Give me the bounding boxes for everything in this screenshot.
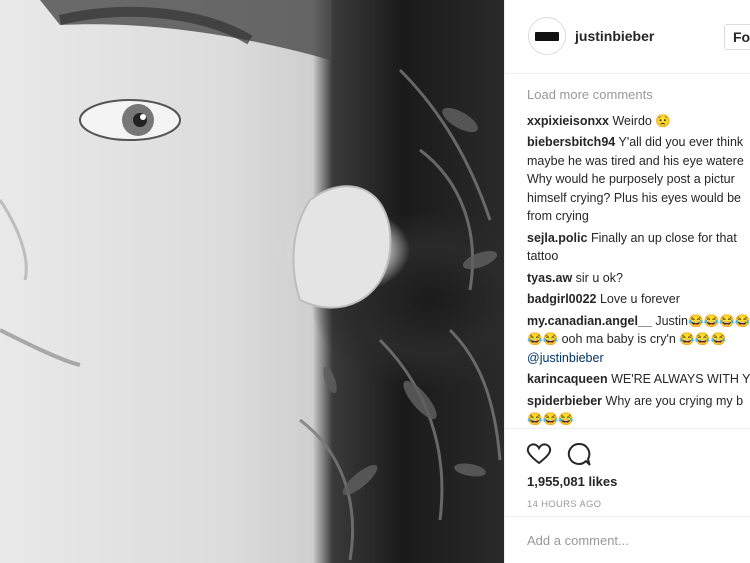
comment-author[interactable]: spiderbieber: [527, 394, 602, 408]
load-more-comments[interactable]: Load more comments: [527, 86, 750, 105]
comment: my.canadian.angel__ Justin😂😂😂😂 😂😂 ooh ma…: [527, 312, 750, 368]
photo-artwork: [0, 0, 502, 561]
comment-author[interactable]: karincaqueen: [527, 372, 608, 386]
comment-author[interactable]: tyas.aw: [527, 271, 572, 285]
comments-list: Load more comments xxpixieisonxx Weirdo …: [527, 86, 750, 432]
post-sidebar: justinbieber Fol Load more comments xxpi…: [504, 0, 750, 563]
post-timestamp: 14 HOURS AGO: [527, 499, 602, 510]
comment-text: Love u forever: [599, 292, 680, 306]
comment-text: WE'RE ALWAYS WITH Y: [611, 372, 750, 386]
comment-input[interactable]: [527, 533, 737, 548]
comment-author[interactable]: sejla.polic: [527, 231, 587, 245]
comment-author[interactable]: badgirl0022: [527, 292, 596, 306]
comment-author[interactable]: biebersbitch94: [527, 135, 615, 149]
comment-author[interactable]: xxpixieisonxx: [527, 114, 609, 128]
post-photo[interactable]: [0, 0, 504, 563]
follow-button[interactable]: Fol: [724, 24, 750, 50]
add-comment-section: [505, 516, 750, 563]
username[interactable]: justinbieber: [575, 28, 654, 44]
avatar-logo-icon: [535, 31, 559, 41]
comment-mention-link[interactable]: @justinbieber: [527, 351, 604, 365]
likes-count[interactable]: 1,955,081 likes: [527, 474, 617, 489]
comment: sejla.polic Finally an up close for that…: [527, 229, 750, 266]
comment: xxpixieisonxx Weirdo 😟: [527, 112, 750, 131]
comment: tyas.aw sir u ok?: [527, 269, 750, 288]
comment-text: Weirdo 😟: [612, 113, 671, 128]
comment: spiderbieber Why are you crying my b 😂😂😂: [527, 392, 750, 429]
comment: karincaqueen WE'RE ALWAYS WITH Y: [527, 370, 750, 389]
heart-icon[interactable]: [526, 441, 552, 467]
post-actions: 1,955,081 likes 14 HOURS AGO: [505, 428, 750, 510]
comment: badgirl0022 Love u forever: [527, 290, 750, 309]
comment-bubble-icon[interactable]: [566, 441, 592, 467]
post-header: justinbieber Fol: [505, 0, 750, 74]
comment: biebersbitch94 Y'all did you ever think …: [527, 133, 750, 226]
comment-text: sir u ok?: [575, 270, 623, 285]
comment-author[interactable]: my.canadian.angel__: [527, 314, 652, 328]
avatar[interactable]: [528, 17, 566, 55]
